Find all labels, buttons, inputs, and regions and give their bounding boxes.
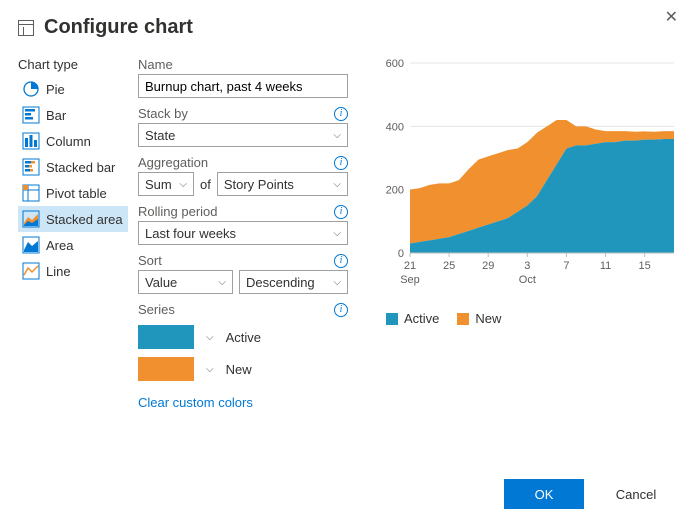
chart-preview: 0 200 400 600 21 25 29 3 7 11 15 Sep Oct Active New	[358, 57, 678, 410]
stacked-bar-icon	[22, 158, 40, 176]
info-icon[interactable]: i	[334, 156, 348, 170]
svg-text:0: 0	[398, 248, 404, 260]
chart-type-label-text: Stacked area	[46, 212, 123, 227]
chart-type-label-text: Area	[46, 238, 73, 253]
svg-text:15: 15	[639, 260, 651, 272]
sort-label: Sort i	[138, 253, 348, 268]
svg-text:400: 400	[386, 121, 404, 133]
chevron-down-icon[interactable]: ⌵	[206, 364, 214, 375]
chart-type-pie[interactable]: Pie	[18, 76, 128, 102]
stackby-select[interactable]: State⌵	[138, 123, 348, 147]
area-icon	[22, 236, 40, 254]
line-icon	[22, 262, 40, 280]
pie-icon	[22, 80, 40, 98]
name-input[interactable]	[138, 74, 348, 98]
chart-type-stacked-bar[interactable]: Stacked bar	[18, 154, 128, 180]
chart-type-stacked-area[interactable]: Stacked area	[18, 206, 128, 232]
info-icon[interactable]: i	[334, 303, 348, 317]
svg-text:600: 600	[386, 58, 404, 70]
svg-text:200: 200	[386, 185, 404, 197]
svg-text:29: 29	[482, 260, 494, 272]
rolling-select[interactable]: Last four weeks⌵	[138, 221, 348, 245]
series-row-active: ⌵ Active	[138, 325, 348, 349]
chart-icon	[18, 20, 34, 36]
pivot-table-icon	[22, 184, 40, 202]
stacked-area-icon	[22, 210, 40, 228]
config-form: Name Stack by i State⌵ Aggregation i Sum…	[138, 57, 348, 410]
series-label: Series i	[138, 302, 348, 317]
svg-text:7: 7	[563, 260, 569, 272]
rolling-label: Rolling period i	[138, 204, 348, 219]
chevron-down-icon: ⌵	[179, 179, 187, 190]
info-icon[interactable]: i	[334, 107, 348, 121]
close-button[interactable]: ✕	[659, 6, 684, 28]
cancel-button[interactable]: Cancel	[596, 479, 676, 509]
column-icon	[22, 132, 40, 150]
svg-text:Sep: Sep	[400, 274, 420, 286]
of-label: of	[200, 177, 211, 192]
chevron-down-icon: ⌵	[218, 277, 226, 288]
series-name: New	[226, 362, 252, 377]
legend-item-new: New	[457, 311, 501, 326]
info-icon[interactable]: i	[334, 254, 348, 268]
chevron-down-icon: ⌵	[333, 228, 341, 239]
chart-type-label-text: Line	[46, 264, 71, 279]
dialog-footer: OK Cancel	[504, 479, 676, 509]
chart-type-label-text: Column	[46, 134, 91, 149]
chevron-down-icon: ⌵	[333, 130, 341, 141]
chart-type-pivot-table[interactable]: Pivot table	[18, 180, 128, 206]
aggregation-field-select[interactable]: Story Points⌵	[217, 172, 348, 196]
series-color-active[interactable]	[138, 325, 194, 349]
chart-type-label: Chart type	[18, 57, 128, 72]
info-icon[interactable]: i	[334, 205, 348, 219]
chart-type-sidebar: Chart type Pie Bar Column Stacked bar	[18, 57, 128, 410]
dialog-header: Configure chart	[0, 0, 694, 49]
clear-colors-link[interactable]: Clear custom colors	[138, 395, 253, 410]
chart-type-line[interactable]: Line	[18, 258, 128, 284]
svg-text:Oct: Oct	[519, 274, 536, 286]
sort-dir-select[interactable]: Descending⌵	[239, 270, 348, 294]
svg-text:21: 21	[404, 260, 416, 272]
chart-type-label-text: Pie	[46, 82, 65, 97]
legend-item-active: Active	[386, 311, 439, 326]
chart-type-area[interactable]: Area	[18, 232, 128, 258]
chevron-down-icon: ⌵	[333, 179, 341, 190]
legend-swatch	[386, 313, 398, 325]
dialog-title: Configure chart	[44, 16, 193, 39]
stackby-label: Stack by i	[138, 106, 348, 121]
chart-svg: 0 200 400 600 21 25 29 3 7 11 15 Sep Oct	[378, 57, 678, 287]
series-row-new: ⌵ New	[138, 357, 348, 381]
chart-type-bar[interactable]: Bar	[18, 102, 128, 128]
svg-text:25: 25	[443, 260, 455, 272]
chart-type-label-text: Pivot table	[46, 186, 107, 201]
chart-type-column[interactable]: Column	[18, 128, 128, 154]
series-color-new[interactable]	[138, 357, 194, 381]
svg-text:11: 11	[600, 260, 611, 272]
aggregation-label: Aggregation i	[138, 155, 348, 170]
chevron-down-icon: ⌵	[333, 277, 341, 288]
ok-button[interactable]: OK	[504, 479, 584, 509]
series-name: Active	[226, 330, 261, 345]
name-label: Name	[138, 57, 348, 72]
chart-legend: Active New	[386, 311, 678, 326]
sort-field-select[interactable]: Value⌵	[138, 270, 233, 294]
svg-text:3: 3	[524, 260, 530, 272]
bar-icon	[22, 106, 40, 124]
chart-type-label-text: Bar	[46, 108, 66, 123]
chart-type-label-text: Stacked bar	[46, 160, 115, 175]
chevron-down-icon[interactable]: ⌵	[206, 332, 214, 343]
legend-swatch	[457, 313, 469, 325]
aggregation-func-select[interactable]: Sum⌵	[138, 172, 194, 196]
